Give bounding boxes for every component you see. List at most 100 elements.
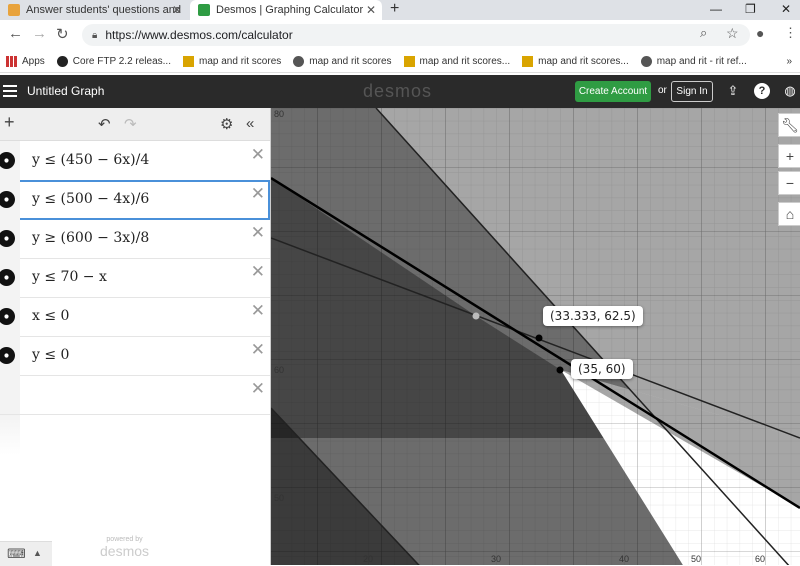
reload-icon[interactable]: ↻	[56, 25, 69, 43]
graph-settings-wrench-icon[interactable]: 🔧︎	[778, 113, 800, 137]
visibility-toggle-icon[interactable]	[0, 308, 15, 325]
language-globe-icon[interactable]: ◍	[782, 83, 798, 99]
new-tab-button[interactable]: +	[390, 0, 399, 18]
point-label[interactable]: (35, 60)	[571, 359, 633, 379]
expression-text[interactable]: y ≤ 70 − x	[32, 269, 107, 285]
expression-row[interactable]: y ≤ (450 − 6x)/4 ✕	[0, 141, 270, 181]
visibility-toggle-icon[interactable]	[0, 152, 15, 169]
expression-row-selected[interactable]: y ≤ (500 − 4x)/6 ✕	[0, 180, 270, 220]
desmos-favicon-icon	[198, 4, 210, 16]
hamburger-menu-icon[interactable]	[3, 85, 17, 97]
point-35-60[interactable]	[556, 366, 564, 374]
close-tab-icon[interactable]: ✕	[172, 3, 182, 17]
delete-expression-icon[interactable]: ✕	[251, 184, 265, 204]
expression-panel: + ↶ ↷ ⚙ « y ≤ (450 − 6x)/4 ✕ y ≤ (500 − …	[0, 108, 271, 566]
globe-icon	[640, 55, 652, 67]
bookmark-coreftp[interactable]: Core FTP 2.2 releas...	[56, 55, 171, 67]
coreftp-icon	[56, 55, 68, 67]
bookmark-star-icon[interactable]: ☆	[726, 25, 739, 42]
delete-expression-icon[interactable]: ✕	[251, 223, 265, 243]
menu-dots-icon[interactable]: ⋮	[784, 25, 797, 41]
bookmark-map-rit-4[interactable]: map and rit scores...	[522, 55, 629, 67]
undo-icon[interactable]: ↶	[98, 115, 111, 133]
forward-icon[interactable]: →	[32, 25, 47, 42]
expression-row[interactable]: y ≤ 70 − x ✕	[0, 258, 270, 298]
tab-answer-students[interactable]: Answer students' questions and ✕	[0, 0, 188, 20]
major-grid	[271, 108, 800, 565]
y-tick-label: 60	[274, 365, 284, 375]
home-icon[interactable]: ⌂	[778, 202, 800, 226]
x-tick-label: 30	[491, 554, 501, 564]
x-tick-label: 60	[755, 554, 765, 564]
desmos-logo: desmos	[363, 81, 433, 101]
profile-icon[interactable]: ●	[756, 25, 764, 41]
bookmark-map-rit-ref[interactable]: map and rit - rit ref...	[640, 55, 747, 67]
delete-expression-icon[interactable]: ✕	[251, 379, 265, 399]
y-tick-label: 80	[274, 109, 284, 119]
delete-expression-icon[interactable]: ✕	[251, 301, 265, 321]
url-field[interactable]: 🔒︎ https://www.desmos.com/calculator	[82, 24, 750, 46]
expression-text[interactable]: y ≤ (500 − 4x)/6	[32, 191, 149, 207]
restore-icon[interactable]: ❐	[745, 0, 756, 18]
zoom-out-icon[interactable]: −	[778, 171, 800, 195]
graph-canvas[interactable]: 80 60 50 20 30 40 50 60 (33.333, 62.5) (…	[271, 108, 800, 565]
graph-svg[interactable]: 80 60 50 20 30 40 50 60	[271, 108, 800, 565]
keyboard-toggle[interactable]: ⌨ ▲	[0, 541, 52, 566]
zoom-in-icon[interactable]: +	[778, 144, 800, 168]
visibility-toggle-icon[interactable]	[0, 191, 15, 208]
add-item-icon[interactable]: +	[4, 112, 15, 133]
browser-tab-bar: Answer students' questions and ✕ Desmos …	[0, 0, 800, 20]
more-bookmarks-icon[interactable]: »	[786, 56, 792, 67]
globe-icon	[293, 55, 305, 67]
visibility-toggle-icon[interactable]	[0, 230, 15, 247]
tab-favicon-icon	[8, 4, 20, 16]
bookmarks-bar: Apps Core FTP 2.2 releas... map and rit …	[0, 50, 800, 73]
zoom-icon[interactable]: ⌕	[700, 25, 707, 41]
powered-by-desmos[interactable]: powered by desmos	[100, 536, 149, 559]
create-account-button[interactable]: Create Account	[575, 81, 651, 102]
visibility-toggle-icon[interactable]	[0, 347, 15, 364]
back-icon[interactable]: ←	[8, 25, 23, 42]
share-icon[interactable]: ⇪	[725, 83, 741, 99]
sign-in-button[interactable]: Sign In	[671, 81, 713, 102]
nwea-icon	[403, 55, 415, 67]
delete-expression-icon[interactable]: ✕	[251, 145, 265, 165]
minimize-icon[interactable]: —	[710, 0, 722, 18]
expression-row-empty[interactable]: ✕	[0, 375, 270, 415]
point-33-62[interactable]	[535, 334, 543, 342]
graph-title[interactable]: Untitled Graph	[27, 84, 104, 98]
caret-up-icon: ▲	[33, 548, 42, 558]
bookmark-map-rit-1[interactable]: map and rit scores	[183, 55, 281, 67]
bookmark-map-rit-3[interactable]: map and rit scores...	[403, 55, 510, 67]
nwea-icon	[522, 55, 534, 67]
address-bar-row: ← → ↻ 🔒︎ https://www.desmos.com/calculat…	[0, 20, 800, 50]
expression-text[interactable]: x ≤ 0	[32, 308, 69, 324]
expression-row[interactable]: x ≤ 0 ✕	[0, 297, 270, 337]
point-label[interactable]: (33.333, 62.5)	[543, 306, 643, 326]
delete-expression-icon[interactable]: ✕	[251, 262, 265, 282]
tab-desmos[interactable]: Desmos | Graphing Calculator ✕	[190, 0, 382, 20]
y-tick-label: 50	[274, 493, 284, 503]
collapse-panel-icon[interactable]: «	[246, 115, 254, 132]
or-text: or	[658, 85, 667, 96]
x-tick-label: 20	[363, 554, 373, 564]
expression-row[interactable]: y ≥ (600 − 3x)/8 ✕	[0, 219, 270, 259]
help-icon[interactable]: ?	[754, 83, 770, 99]
intersection-point[interactable]	[472, 312, 480, 320]
apps-grid-icon	[6, 55, 17, 67]
expression-text[interactable]: y ≤ (450 − 6x)/4	[32, 152, 149, 168]
bookmark-map-rit-2[interactable]: map and rit scores	[293, 55, 392, 67]
close-tab-icon[interactable]: ✕	[366, 3, 376, 17]
close-window-icon[interactable]: ✕	[781, 0, 791, 18]
delete-expression-icon[interactable]: ✕	[251, 340, 265, 360]
expression-text[interactable]: y ≥ (600 − 3x)/8	[32, 230, 149, 246]
keyboard-icon: ⌨	[7, 546, 26, 561]
redo-icon[interactable]: ↷	[124, 115, 137, 133]
bookmark-apps[interactable]: Apps	[6, 55, 45, 67]
expression-row[interactable]: y ≤ 0 ✕	[0, 336, 270, 376]
x-tick-label: 50	[691, 554, 701, 564]
lock-icon: 🔒︎	[92, 29, 98, 41]
expression-text[interactable]: y ≤ 0	[32, 347, 69, 363]
settings-gear-icon[interactable]: ⚙	[220, 115, 233, 133]
visibility-toggle-icon[interactable]	[0, 269, 15, 286]
